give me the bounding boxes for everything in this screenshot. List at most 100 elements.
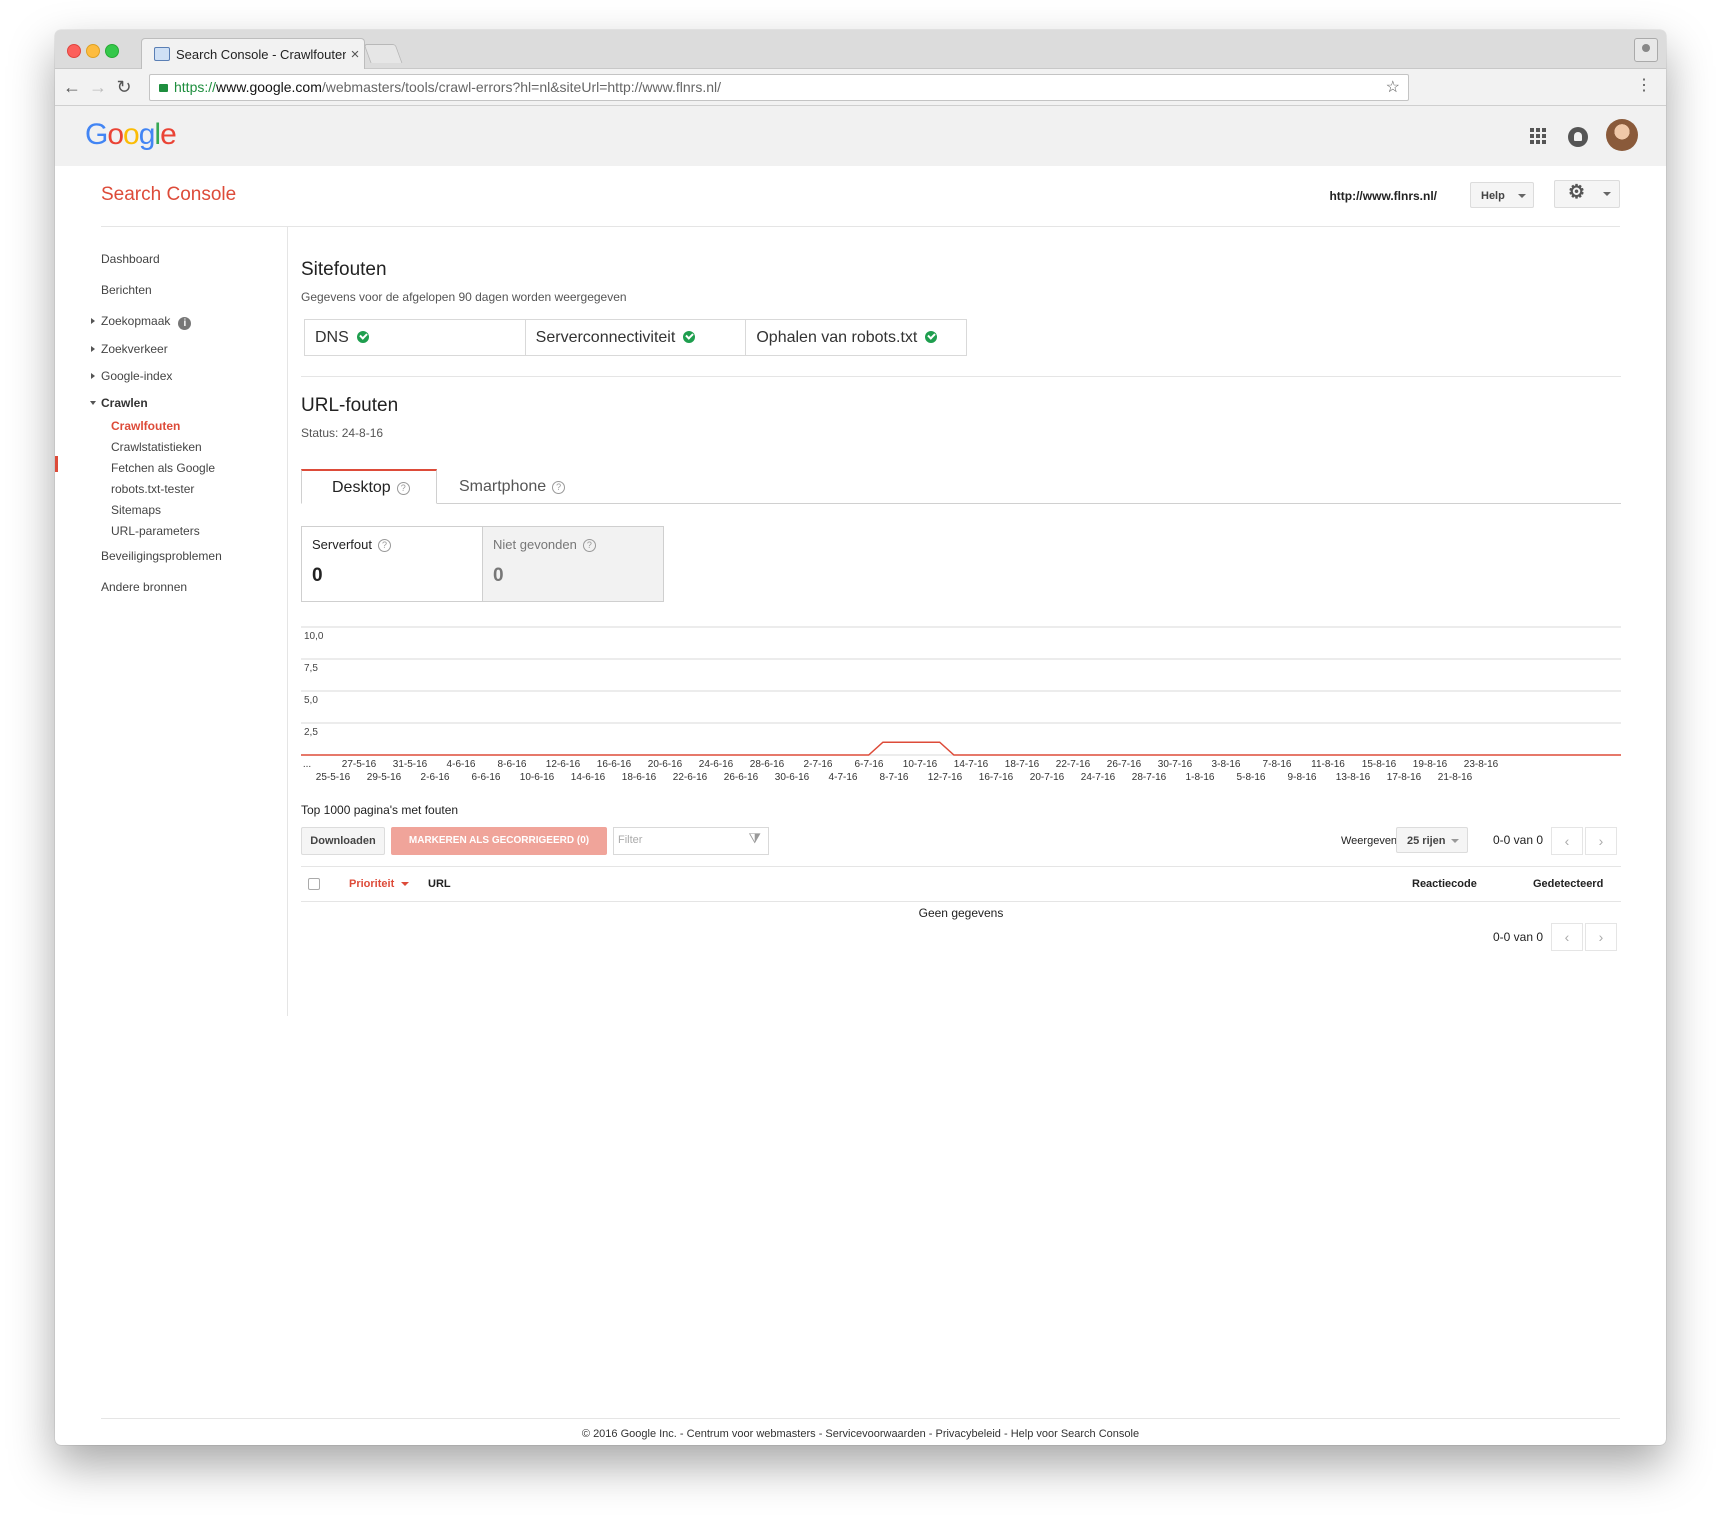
browser-menu-icon[interactable]: ⋮	[1636, 77, 1652, 95]
x-tick-label: 12-6-16	[546, 759, 581, 770]
prev-page-button[interactable]: ‹	[1551, 827, 1583, 855]
metric-serverfout[interactable]: Serverfout? 0	[301, 526, 483, 602]
next-page-button[interactable]: ›	[1585, 827, 1617, 855]
site-selector[interactable]: http://www.flnrs.nl/	[1329, 189, 1437, 203]
site-errors-title: Sitefouten	[301, 259, 387, 280]
footer-link-privacy[interactable]: Privacybeleid	[935, 1428, 1000, 1440]
mark-fixed-button[interactable]: MARKEREN ALS GECORRIGEERD (0)	[391, 827, 607, 855]
rows-per-page-select[interactable]: 25 rijen	[1396, 827, 1468, 853]
new-tab-button[interactable]	[363, 44, 403, 63]
browser-tab[interactable]: Search Console - Crawlfouten ×	[141, 38, 365, 69]
x-tick-label: 28-6-16	[750, 759, 785, 770]
reload-icon[interactable]: ↻	[113, 76, 135, 98]
filter-placeholder: Filter	[618, 834, 643, 846]
footer-link-terms[interactable]: Servicevoorwaarden	[825, 1428, 925, 1440]
google-logo-letter: o	[107, 118, 124, 151]
tab-smartphone[interactable]: Smartphone?	[459, 470, 566, 503]
sidebar-item-label: Berichten	[101, 283, 152, 297]
pagination-range: 0-0 van 0	[1493, 833, 1544, 847]
download-button[interactable]: Downloaden	[301, 827, 385, 855]
sidebar-item-google-index[interactable]: Google-index	[91, 369, 173, 383]
url-scheme: https://	[174, 79, 217, 95]
help-question-icon[interactable]: ?	[377, 539, 391, 552]
server-connectivity-check[interactable]: Serverconnectiviteit	[526, 320, 747, 355]
sidebar-item-label: Crawlfouten	[111, 419, 181, 433]
close-tab-icon[interactable]: ×	[346, 46, 364, 63]
sidebar-item-url-parameters[interactable]: URL-parameters	[111, 524, 200, 538]
x-tick-label: 24-6-16	[699, 759, 734, 770]
sidebar-item-crawlstatistieken[interactable]: Crawlstatistieken	[111, 440, 202, 454]
bookmark-star-icon[interactable]: ☆	[1386, 75, 1400, 100]
help-question-icon[interactable]: ?	[582, 539, 596, 552]
sidebar-item-dashboard[interactable]: Dashboard	[101, 252, 160, 266]
column-prioriteit[interactable]: Prioriteit	[349, 878, 410, 890]
google-header: Google	[55, 106, 1666, 166]
tab-label: Smartphone	[459, 478, 547, 495]
apps-grid-icon[interactable]	[1530, 128, 1546, 144]
sidebar-item-zoekopmaak[interactable]: Zoekopmaak i	[91, 314, 192, 330]
column-url[interactable]: URL	[428, 878, 451, 890]
x-tick-label: 23-8-16	[1464, 759, 1499, 770]
metric-value: 0	[312, 565, 323, 586]
x-tick-label: 30-6-16	[775, 772, 810, 783]
product-title[interactable]: Search Console	[101, 184, 236, 206]
info-icon[interactable]: i	[178, 317, 192, 330]
filter-input[interactable]: Filter ⧩	[613, 827, 769, 855]
metric-niet-gevonden[interactable]: Niet gevonden? 0	[482, 526, 664, 602]
x-tick-label: 14-7-16	[954, 759, 989, 770]
google-logo-letter: g	[138, 118, 156, 151]
sidebar-item-sitemaps[interactable]: Sitemaps	[111, 503, 161, 517]
select-all-checkbox[interactable]	[308, 878, 320, 890]
sidebar-item-label: Google-index	[101, 369, 173, 383]
x-tick-label: 20-7-16	[1030, 772, 1065, 783]
sidebar-item-crawlfouten[interactable]: Crawlfouten	[111, 419, 180, 433]
x-tick-label: 22-7-16	[1056, 759, 1091, 770]
address-bar[interactable]: https://www.google.com/webmasters/tools/…	[149, 74, 1409, 101]
sidebar-item-label: Crawlstatistieken	[111, 440, 202, 454]
metric-label-text: Serverfout	[312, 537, 372, 552]
help-question-icon[interactable]: ?	[396, 482, 410, 495]
tab-desktop[interactable]: Desktop?	[301, 469, 437, 504]
maximize-window-button[interactable]	[105, 44, 119, 58]
help-question-icon[interactable]: ?	[552, 481, 566, 494]
robots-fetch-check[interactable]: Ophalen van robots.txt	[746, 320, 966, 355]
google-logo[interactable]: Google	[85, 118, 177, 152]
settings-button[interactable]: ⚙	[1554, 180, 1620, 208]
help-button[interactable]: Help	[1470, 182, 1534, 208]
google-logo-letter: o	[123, 118, 140, 151]
pagination-range-bottom: 0-0 van 0	[1493, 930, 1544, 944]
minimize-window-button[interactable]	[86, 44, 100, 58]
notifications-bell-icon[interactable]	[1568, 127, 1588, 147]
sidebar-item-label: Zoekverkeer	[101, 342, 168, 356]
column-reactiecode[interactable]: Reactiecode	[1412, 878, 1477, 890]
footer-link-webmasters[interactable]: Centrum voor webmasters	[687, 1428, 816, 1440]
sidebar-item-label: Crawlen	[101, 396, 148, 410]
sidebar-item-crawlen[interactable]: Crawlen	[90, 396, 148, 410]
sidebar-item-zoekverkeer[interactable]: Zoekverkeer	[91, 342, 168, 356]
x-tick-label: 12-7-16	[928, 772, 963, 783]
x-tick-label: 26-7-16	[1107, 759, 1142, 770]
dns-check[interactable]: DNS	[305, 320, 526, 355]
filter-funnel-icon[interactable]: ⧩	[749, 830, 762, 847]
metric-label-text: Niet gevonden	[493, 537, 577, 552]
profile-icon[interactable]	[1634, 38, 1658, 62]
column-gedetecteerd[interactable]: Gedetecteerd	[1533, 878, 1603, 890]
close-window-button[interactable]	[67, 44, 81, 58]
sidebar-item-andere-bronnen[interactable]: Andere bronnen	[101, 580, 187, 594]
x-tick-label: 27-5-16	[342, 759, 377, 770]
sort-down-icon	[401, 882, 410, 887]
x-tick-label: 18-6-16	[622, 772, 657, 783]
back-arrow-icon[interactable]: ←	[61, 76, 83, 98]
google-logo-letter: e	[160, 118, 177, 151]
avatar[interactable]	[1606, 119, 1638, 151]
column-label: Prioriteit	[349, 878, 395, 890]
sidebar-item-fetchen-als-google[interactable]: Fetchen als Google	[111, 461, 215, 475]
next-page-button-bottom[interactable]: ›	[1585, 923, 1617, 951]
device-tabs: Desktop? Smartphone?	[301, 469, 1621, 504]
sidebar-item-beveiligingsproblemen[interactable]: Beveiligingsproblemen	[101, 549, 222, 563]
forward-arrow-icon[interactable]: →	[87, 76, 109, 98]
sidebar-item-robots-tester[interactable]: robots.txt-tester	[111, 482, 194, 496]
footer-link-help[interactable]: Help voor Search Console	[1011, 1428, 1139, 1440]
sidebar-item-berichten[interactable]: Berichten	[101, 283, 152, 297]
prev-page-button-bottom[interactable]: ‹	[1551, 923, 1583, 951]
